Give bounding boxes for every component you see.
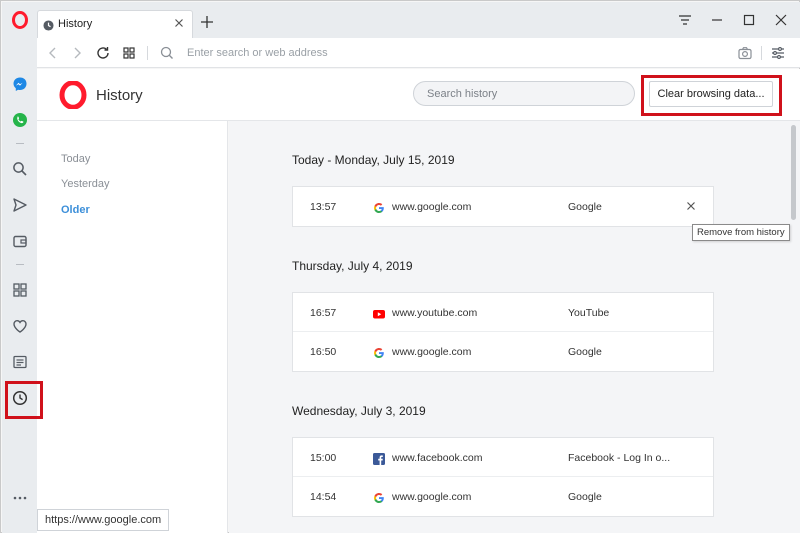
- tabs-grid-icon[interactable]: [121, 45, 137, 61]
- google-icon: [373, 346, 385, 358]
- address-divider: [147, 46, 148, 60]
- entry-title: YouTube: [568, 307, 610, 319]
- tab-history[interactable]: History: [37, 10, 193, 39]
- back-icon[interactable]: [45, 45, 61, 61]
- entry-url: www.facebook.com: [392, 452, 483, 464]
- history-row[interactable]: 16:57 www.youtube.com YouTube: [293, 293, 713, 332]
- highlight-history-icon: [5, 381, 43, 419]
- opera-menu-icon[interactable]: [10, 10, 30, 30]
- history-list: Today - Monday, July 15, 2019 13:57 www.…: [229, 121, 800, 533]
- search-history-input[interactable]: [413, 81, 635, 106]
- scrollbar[interactable]: [791, 125, 796, 220]
- more-icon[interactable]: [10, 488, 30, 508]
- history-row[interactable]: 15:00 www.facebook.com Facebook - Log In…: [293, 438, 713, 477]
- clock-icon: [43, 18, 54, 31]
- entry-time: 14:54: [310, 491, 337, 503]
- entry-title: Google: [568, 201, 602, 213]
- address-bar: [37, 38, 800, 68]
- new-tab-button[interactable]: [199, 14, 215, 30]
- day-group: 13:57 www.google.com Google: [292, 186, 714, 227]
- messenger-icon[interactable]: [10, 74, 30, 94]
- news-icon[interactable]: [10, 352, 30, 372]
- entry-url: www.google.com: [392, 346, 472, 358]
- easy-setup-icon[interactable]: [770, 45, 786, 61]
- maximize-icon[interactable]: [741, 12, 757, 28]
- browser-window: History Enter search or web address Hist…: [0, 0, 800, 533]
- entry-title: Facebook - Log In o...: [568, 452, 671, 464]
- day-group: 15:00 www.facebook.com Facebook - Log In…: [292, 437, 714, 517]
- address-divider: [761, 46, 762, 60]
- tab-strip: History: [37, 2, 800, 39]
- sidebar-separator: [16, 143, 24, 144]
- entry-title: Google: [568, 491, 602, 503]
- close-tab-icon[interactable]: [172, 16, 186, 30]
- address-search-icon: [159, 45, 175, 61]
- status-url: https://www.google.com: [37, 509, 170, 531]
- remove-entry-icon[interactable]: [685, 199, 697, 211]
- day-heading: Thursday, July 4, 2019: [292, 259, 413, 273]
- google-icon: [373, 201, 385, 213]
- sidebar-separator: [16, 264, 24, 265]
- search-icon[interactable]: [10, 159, 30, 179]
- close-window-icon[interactable]: [773, 12, 789, 28]
- entry-time: 15:00: [310, 452, 337, 464]
- camera-icon[interactable]: [737, 45, 753, 61]
- day-group: 16:57 www.youtube.com YouTube 16:50 www.…: [292, 292, 714, 372]
- entry-time: 13:57: [310, 201, 337, 213]
- send-icon[interactable]: [10, 195, 30, 215]
- opera-logo-icon: [59, 80, 87, 110]
- reload-icon[interactable]: [95, 45, 111, 61]
- tab-menu-icon[interactable]: [677, 12, 693, 28]
- address-input[interactable]: [187, 44, 607, 62]
- minimize-icon[interactable]: [709, 12, 725, 28]
- filter-older[interactable]: Older: [61, 204, 90, 216]
- sidebar: [2, 2, 37, 533]
- entry-url: www.google.com: [392, 201, 472, 213]
- filter-today[interactable]: Today: [61, 153, 90, 165]
- entry-time: 16:50: [310, 346, 337, 358]
- entry-url: www.youtube.com: [392, 307, 478, 319]
- google-icon: [373, 491, 385, 503]
- facebook-icon: [373, 452, 385, 465]
- page-title: History: [96, 87, 143, 104]
- heart-icon[interactable]: [10, 316, 30, 336]
- wallet-icon[interactable]: [10, 231, 30, 251]
- history-row[interactable]: 14:54 www.google.com Google: [293, 477, 713, 516]
- speed-dial-icon[interactable]: [10, 280, 30, 300]
- entry-url: www.google.com: [392, 491, 472, 503]
- highlight-clear-button: [641, 75, 782, 116]
- history-row[interactable]: 16:50 www.google.com Google: [293, 332, 713, 371]
- history-row[interactable]: 13:57 www.google.com Google: [293, 187, 713, 226]
- forward-icon[interactable]: [69, 45, 85, 61]
- day-heading: Today - Monday, July 15, 2019: [292, 153, 455, 167]
- entry-time: 16:57: [310, 307, 337, 319]
- entry-title: Google: [568, 346, 602, 358]
- youtube-icon: [373, 307, 385, 319]
- history-filters: Today Yesterday Older: [37, 121, 228, 533]
- tab-title: History: [58, 18, 93, 30]
- filter-yesterday[interactable]: Yesterday: [61, 178, 110, 190]
- day-heading: Wednesday, July 3, 2019: [292, 404, 426, 418]
- whatsapp-icon[interactable]: [10, 110, 30, 130]
- remove-tooltip: Remove from history: [692, 224, 790, 241]
